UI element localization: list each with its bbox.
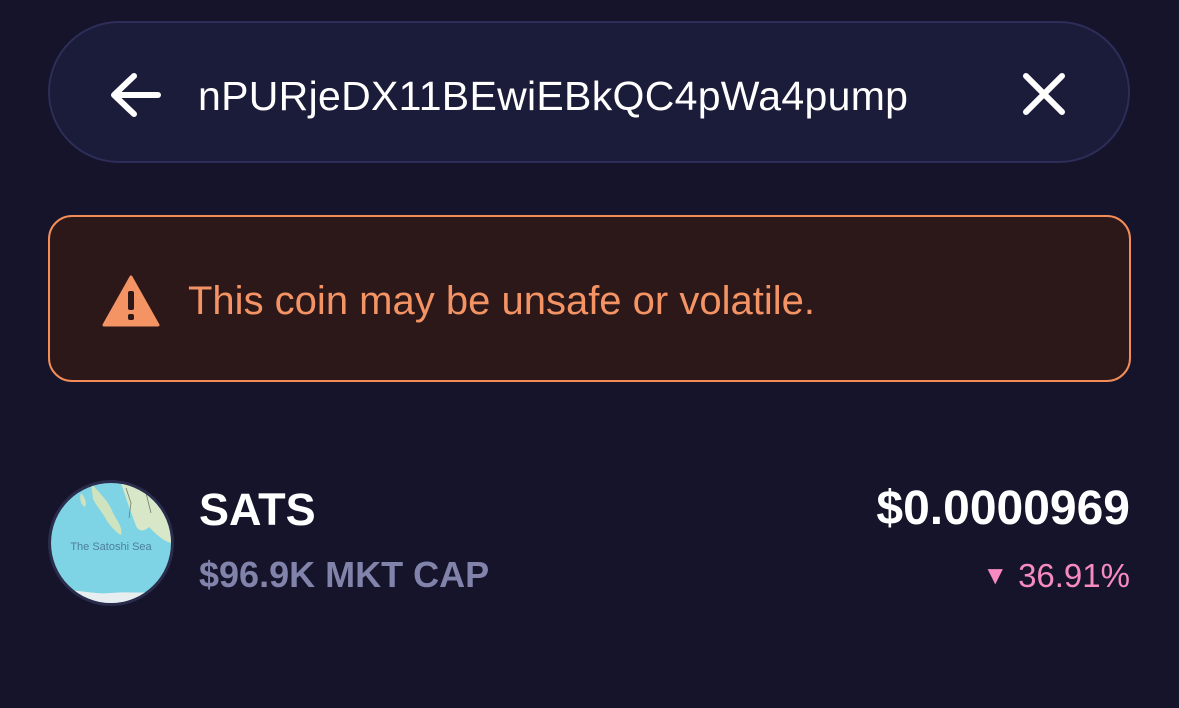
back-button[interactable]: [104, 64, 166, 126]
clear-search-button[interactable]: [1014, 64, 1074, 124]
coin-avatar: The Satoshi Sea: [48, 480, 174, 606]
avatar-caption: The Satoshi Sea: [70, 541, 152, 553]
coin-name: SATS: [199, 484, 316, 535]
search-input-value: nPURjeDX11BEwiEBkQC4pWa4pump: [198, 73, 909, 119]
coin-change-value: 36.91%: [1018, 557, 1130, 594]
warning-text: This coin may be unsafe or volatile.: [188, 279, 815, 323]
warning-triangle-icon: [102, 275, 160, 327]
token-search-screen: nPURjeDX11BEwiEBkQC4pWa4pump This coin m…: [0, 0, 1179, 708]
search-input[interactable]: nPURjeDX11BEwiEBkQC4pWa4pump: [198, 62, 968, 130]
arrow-left-icon: [111, 73, 161, 117]
coin-price: $0.0000969: [876, 482, 1130, 535]
close-icon: [1023, 73, 1065, 115]
down-triangle-icon: ▼: [982, 560, 1009, 590]
coin-result-row[interactable]: The Satoshi Sea SATS $96.9K MKT CAP $0.0…: [0, 470, 1179, 620]
coin-price-change: ▼ 36.91%: [982, 552, 1130, 599]
coin-market-cap: $96.9K MKT CAP: [199, 554, 490, 595]
